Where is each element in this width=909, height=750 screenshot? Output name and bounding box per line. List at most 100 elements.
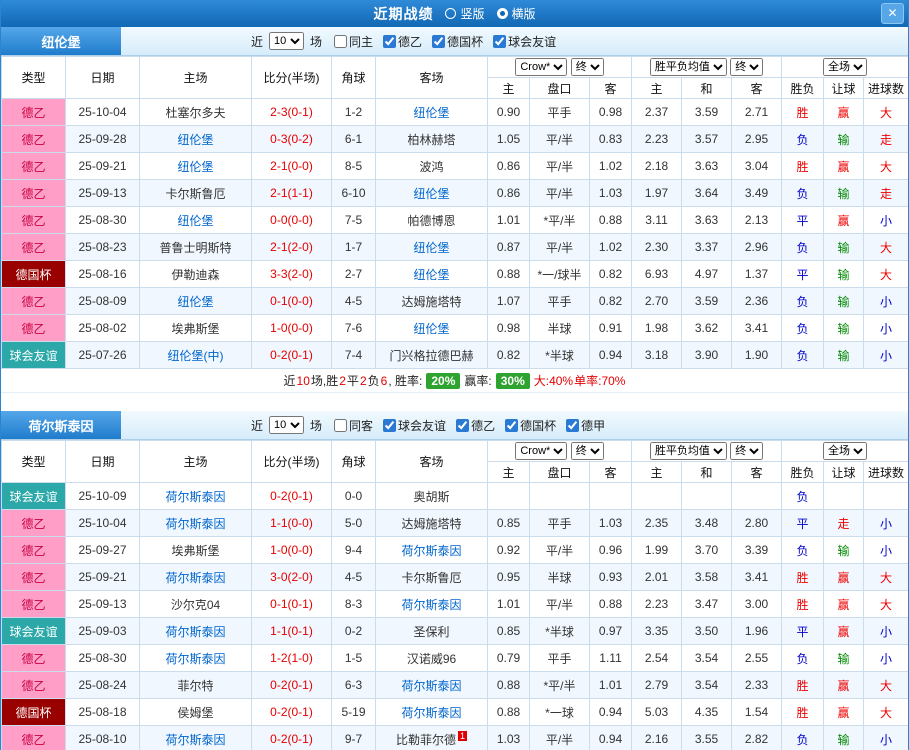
away-team-cell[interactable]: 荷尔斯泰因 — [375, 536, 488, 564]
view-radio-horizontal[interactable]: 横版 — [496, 5, 536, 22]
match-row: 德乙 25-09-21 荷尔斯泰因 3-0(2-0) 4-5 卡尔斯鲁厄 0.95 半球 0.9… — [1, 563, 908, 591]
date-cell: 25-08-09 — [65, 287, 140, 315]
corners-cell: 5-19 — [331, 698, 376, 726]
checkbox-input[interactable] — [334, 418, 348, 432]
score-cell[interactable]: 0-2(0-1) — [251, 698, 332, 726]
score-cell[interactable]: 0-2(0-1) — [251, 725, 332, 750]
checkbox-input[interactable] — [432, 34, 446, 48]
avg-draw-cell: 3.64 — [681, 179, 733, 207]
score-cell[interactable]: 0-2(0-1) — [251, 671, 332, 699]
home-team-cell[interactable]: 纽伦堡(中) — [139, 341, 252, 369]
score-cell[interactable]: 1-1(0-0) — [251, 509, 332, 537]
team-name: 纽伦堡 — [1, 27, 121, 55]
handicap-cell: *一/球半 — [529, 260, 590, 288]
home-team-cell[interactable]: 荷尔斯泰因 — [139, 617, 252, 645]
away-team-cell[interactable]: 纽伦堡 — [375, 260, 488, 288]
filter-checkbox-球会友谊[interactable]: 球会友谊 — [383, 417, 446, 434]
match-row: 德乙 25-08-23 普鲁士明斯特 2-1(2-0) 1-7 纽伦堡 0.87 平/半 1.0… — [1, 233, 908, 261]
checkbox-input[interactable] — [493, 34, 507, 48]
summary-text: 近 — [283, 374, 296, 388]
filter-checkbox-德甲[interactable]: 德甲 — [566, 417, 605, 434]
home-team-cell[interactable]: 荷尔斯泰因 — [139, 509, 252, 537]
handicap-cell: *半球 — [529, 341, 590, 369]
home-team-cell[interactable]: 纽伦堡 — [139, 152, 252, 180]
checkbox-input[interactable] — [383, 418, 397, 432]
away-team-cell[interactable]: 荷尔斯泰因 — [375, 698, 488, 726]
home-team-cell[interactable]: 纽伦堡 — [139, 206, 252, 234]
score-cell[interactable]: 1-1(0-1) — [251, 617, 332, 645]
final-odds-select[interactable]: 终 — [570, 58, 604, 76]
handicap-cell: 半球 — [529, 314, 590, 342]
filter-checkbox-德乙[interactable]: 德乙 — [456, 417, 495, 434]
close-button[interactable]: ✕ — [881, 3, 904, 24]
home-odds-cell: 1.01 — [487, 590, 530, 618]
scope-select[interactable]: 全场 — [823, 442, 868, 460]
checkbox-input[interactable] — [505, 418, 519, 432]
score-cell[interactable]: 0-3(0-2) — [251, 125, 332, 153]
away-odds-cell: 0.98 — [588, 98, 633, 126]
wdl-result-cell: 负 — [781, 179, 825, 207]
away-team-cell[interactable]: 纽伦堡 — [375, 314, 488, 342]
summary-text: , 胜率: — [388, 374, 423, 388]
filter-checkbox-德乙[interactable]: 德乙 — [383, 33, 422, 50]
home-team-cell[interactable]: 荷尔斯泰因 — [139, 482, 252, 510]
score-cell[interactable]: 2-1(2-0) — [251, 233, 332, 261]
score-cell[interactable]: 2-1(1-1) — [251, 179, 332, 207]
match-row: 德乙 25-08-24 菲尔特 0-2(0-1) 6-3 荷尔斯泰因 0.88 *平/半 1.0… — [1, 671, 908, 699]
away-team-cell[interactable]: 荷尔斯泰因 — [375, 671, 488, 699]
score-cell[interactable]: 1-0(0-0) — [251, 536, 332, 564]
wdl-result-cell: 负 — [781, 482, 825, 510]
bookmaker-select[interactable]: Crow* — [515, 442, 568, 460]
checkbox-input[interactable] — [456, 418, 470, 432]
league-cell: 德国杯 — [1, 698, 66, 726]
score-cell[interactable]: 1-0(0-0) — [251, 314, 332, 342]
home-team-cell[interactable]: 荷尔斯泰因 — [139, 725, 252, 750]
summary-text: 赢率: — [464, 374, 492, 388]
handicap-result-cell: 赢 — [823, 206, 865, 234]
home-team-cell[interactable]: 荷尔斯泰因 — [139, 563, 252, 591]
away-team-cell[interactable]: 荷尔斯泰因 — [375, 590, 488, 618]
handicap-result-cell: 赢 — [823, 617, 865, 645]
team-header-holstein: 荷尔斯泰因 近 10 场 同客 球会友谊 德乙 德国杯 德甲 — [1, 411, 908, 440]
view-radio-vertical[interactable]: 竖版 — [445, 5, 485, 22]
score-cell[interactable]: 0-0(0-0) — [251, 206, 332, 234]
filter-checkbox-同客[interactable]: 同客 — [334, 417, 373, 434]
home-team-cell[interactable]: 纽伦堡 — [139, 287, 252, 315]
match-count-select[interactable]: 10 — [269, 32, 305, 50]
score-cell[interactable]: 3-3(2-0) — [251, 260, 332, 288]
final-avg-select[interactable]: 终 — [730, 442, 764, 460]
final-avg-select[interactable]: 终 — [730, 58, 764, 76]
avg-home-cell: 2.23 — [631, 590, 683, 618]
avg-odds-select[interactable]: 胜平负均值 — [649, 442, 727, 460]
handicap-result-cell: 输 — [823, 314, 865, 342]
away-team-cell[interactable]: 纽伦堡 — [375, 98, 488, 126]
filter-checkbox-球会友谊[interactable]: 球会友谊 — [493, 33, 556, 50]
checkbox-input[interactable] — [566, 418, 580, 432]
home-team-cell[interactable]: 荷尔斯泰因 — [139, 644, 252, 672]
final-odds-select[interactable]: 终 — [570, 442, 604, 460]
score-cell[interactable]: 0-1(0-0) — [251, 287, 332, 315]
match-count-select[interactable]: 10 — [269, 416, 305, 434]
score-cell[interactable]: 2-3(0-1) — [251, 98, 332, 126]
handicap-cell: 平手 — [529, 509, 590, 537]
bookmaker-select[interactable]: Crow* — [515, 58, 568, 76]
score-cell[interactable]: 2-1(0-0) — [251, 152, 332, 180]
away-team-cell[interactable]: 纽伦堡 — [375, 233, 488, 261]
checkbox-input[interactable] — [334, 34, 348, 48]
away-team-cell[interactable]: 纽伦堡 — [375, 179, 488, 207]
home-team-cell[interactable]: 纽伦堡 — [139, 125, 252, 153]
avg-odds-select[interactable]: 胜平负均值 — [649, 58, 727, 76]
wdl-result-cell: 胜 — [781, 698, 825, 726]
filter-checkbox-同主[interactable]: 同主 — [334, 33, 373, 50]
score-cell[interactable]: 0-1(0-1) — [251, 590, 332, 618]
handicap-odds-group-header: Crow* 终 — [486, 440, 633, 462]
score-cell[interactable]: 1-2(1-0) — [251, 644, 332, 672]
filter-checkbox-德国杯[interactable]: 德国杯 — [432, 33, 483, 50]
score-cell[interactable]: 0-2(0-1) — [251, 482, 332, 510]
filter-checkbox-德国杯[interactable]: 德国杯 — [505, 417, 556, 434]
checkbox-input[interactable] — [383, 34, 397, 48]
score-cell[interactable]: 0-2(0-1) — [251, 341, 332, 369]
checkbox-label: 同主 — [349, 34, 374, 49]
scope-select[interactable]: 全场 — [823, 58, 868, 76]
score-cell[interactable]: 3-0(2-0) — [251, 563, 332, 591]
